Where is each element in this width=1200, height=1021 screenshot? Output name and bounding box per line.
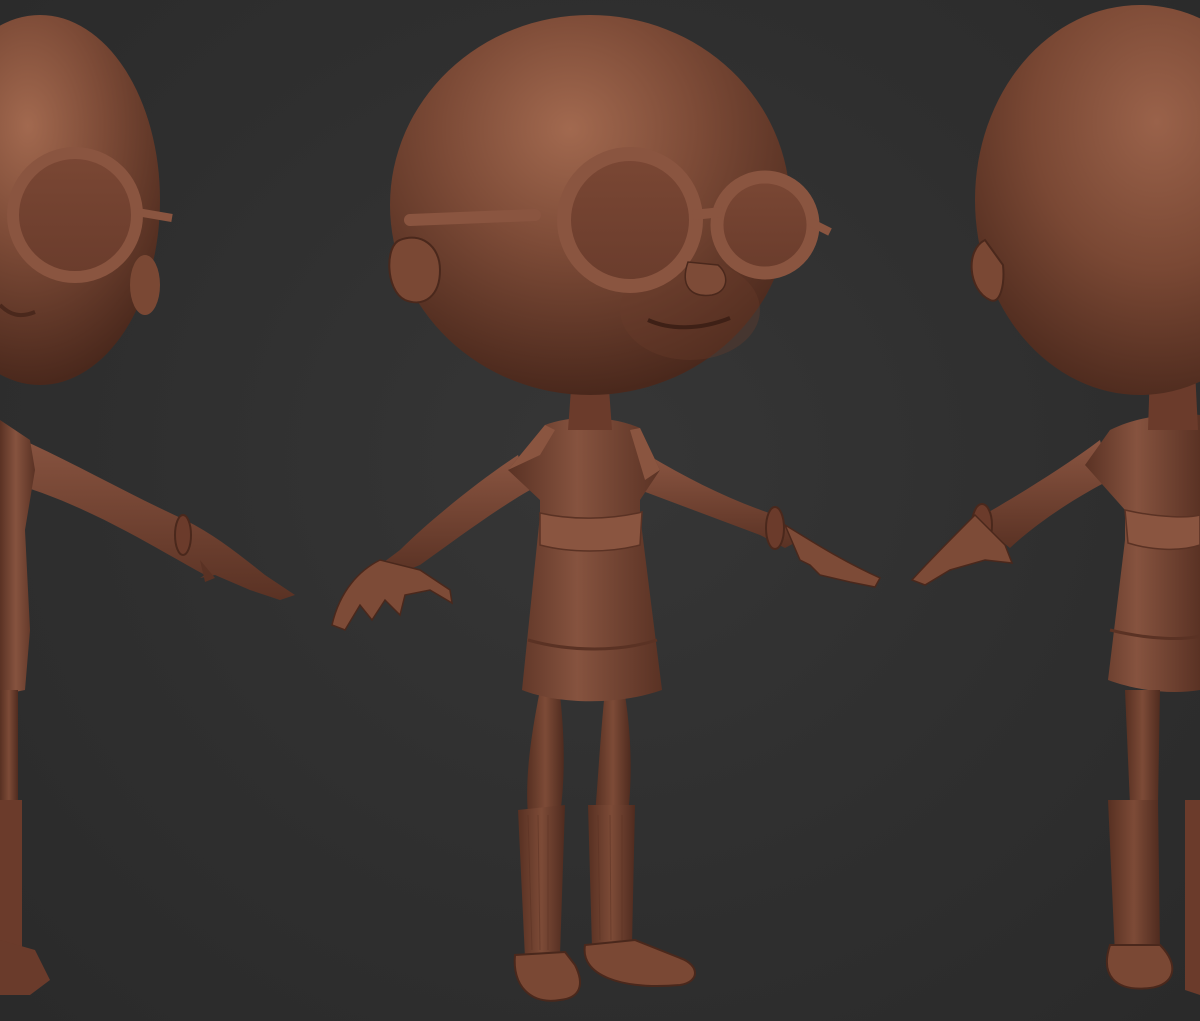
front-left-shoe (583, 938, 696, 987)
dress (0, 420, 35, 695)
back-sock (1108, 800, 1160, 955)
turnaround-canvas (0, 5, 1200, 1002)
shoe (0, 940, 50, 995)
back-head (975, 5, 1200, 395)
back-arm (975, 440, 1110, 548)
front-left-hand (783, 523, 882, 588)
ear (130, 255, 160, 315)
front-left-leg (595, 690, 631, 815)
front-view[interactable] (331, 15, 882, 1002)
back-shoe (1105, 944, 1174, 990)
front-left-sock (588, 805, 635, 948)
front-right-shoe (513, 950, 581, 1002)
sock (0, 800, 22, 950)
leg (0, 690, 18, 810)
front-right-hand (331, 559, 453, 631)
front-dress (508, 417, 662, 702)
sculpt-viewport[interactable] (0, 0, 1200, 1021)
front-waist-sash (539, 511, 643, 552)
bracelet (174, 514, 192, 556)
front-nose (684, 261, 727, 297)
front-right-leg (527, 690, 564, 815)
front-ear (388, 236, 442, 304)
back-view[interactable] (910, 5, 1200, 995)
back-leg (1125, 690, 1160, 805)
front-right-sock (518, 805, 565, 958)
back-dress (1085, 413, 1200, 692)
front-right-arm (380, 455, 530, 575)
left-arm (0, 430, 295, 600)
left-view[interactable] (0, 15, 295, 995)
bracelet (765, 506, 785, 550)
